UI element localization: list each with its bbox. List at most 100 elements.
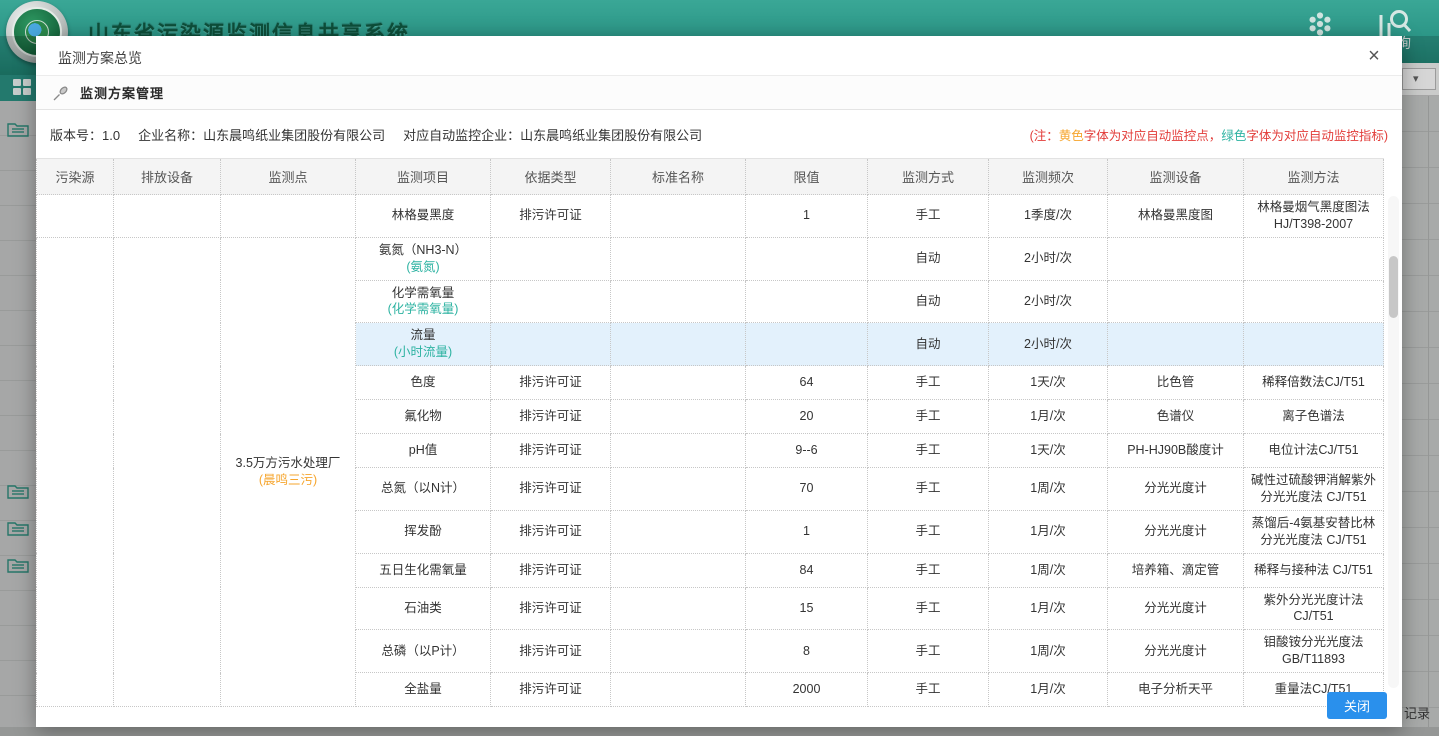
item-auto-alias: (化学需氧量) bbox=[361, 301, 485, 318]
modal-footer: 关闭 bbox=[36, 685, 1402, 727]
limit-value-cell: 20 bbox=[746, 400, 868, 434]
monitor-device-cell: 色谱仪 bbox=[1108, 400, 1244, 434]
monitor-item-cell: 化学需氧量(化学需氧量) bbox=[356, 280, 491, 323]
limit-value-cell: 15 bbox=[746, 587, 868, 630]
basis-type-cell: 排污许可证 bbox=[491, 553, 611, 587]
table-row[interactable]: 林格曼黑度排污许可证1手工1季度/次林格曼黑度图林格曼烟气黑度图法HJ/T398… bbox=[37, 195, 1384, 238]
monitor-frequency-cell: 2小时/次 bbox=[989, 323, 1108, 366]
monitor-item-cell: 五日生化需氧量 bbox=[356, 553, 491, 587]
version-field: 版本号：1.0 bbox=[50, 125, 120, 144]
monitor-method-cell: 稀释倍数法CJ/T51 bbox=[1244, 366, 1384, 400]
monitor-mode-cell: 手工 bbox=[868, 434, 989, 468]
standard-name-cell bbox=[611, 195, 746, 238]
modal-title: 监测方案总览 bbox=[58, 48, 142, 68]
limit-value-cell: 1 bbox=[746, 510, 868, 553]
table-scrollbar-track[interactable] bbox=[1388, 196, 1399, 688]
monitor-method-cell: 紫外分光光度计法 CJ/T51 bbox=[1244, 587, 1384, 630]
monitor-frequency-cell: 1周/次 bbox=[989, 468, 1108, 511]
auto-company-value: 山东晨鸣纸业集团股份有限公司 bbox=[520, 128, 702, 143]
column-header: 排放设备 bbox=[114, 159, 221, 195]
monitor-method-cell bbox=[1244, 323, 1384, 366]
monitor-method-cell: 电位计法CJ/T51 bbox=[1244, 434, 1384, 468]
table-row[interactable]: 3.5万方污水处理厂(晨鸣三污)氨氮（NH3-N）(氨氮)自动2小时/次 bbox=[37, 237, 1384, 280]
monitor-method-cell: 钼酸铵分光光度法 GB/T11893 bbox=[1244, 630, 1384, 673]
monitor-item-cell: 总氮（以N计） bbox=[356, 468, 491, 511]
modal-titlebar: 监测方案总览 × bbox=[36, 36, 1402, 76]
pin-icon bbox=[52, 84, 70, 102]
limit-value-cell bbox=[746, 323, 868, 366]
monitor-item-cell: 流量(小时流量) bbox=[356, 323, 491, 366]
column-header: 监测方法 bbox=[1244, 159, 1384, 195]
monitor-device-cell: PH-HJ90B酸度计 bbox=[1108, 434, 1244, 468]
company-value: 山东晨鸣纸业集团股份有限公司 bbox=[203, 128, 385, 143]
basis-type-cell bbox=[491, 323, 611, 366]
monitor-method-cell: 稀释与接种法 CJ/T51 bbox=[1244, 553, 1384, 587]
monitor-frequency-cell: 2小时/次 bbox=[989, 237, 1108, 280]
monitor-point-alias: (晨鸣三污) bbox=[226, 472, 350, 489]
limit-value-cell: 8 bbox=[746, 630, 868, 673]
monitor-item-cell: 氨氮（NH3-N）(氨氮) bbox=[356, 237, 491, 280]
monitor-mode-cell: 手工 bbox=[868, 587, 989, 630]
monitor-method-cell: 林格曼烟气黑度图法HJ/T398-2007 bbox=[1244, 195, 1384, 238]
monitor-method-cell: 离子色谱法 bbox=[1244, 400, 1384, 434]
monitor-mode-cell: 自动 bbox=[868, 280, 989, 323]
column-header: 监测点 bbox=[221, 159, 356, 195]
monitor-frequency-cell: 1月/次 bbox=[989, 400, 1108, 434]
close-icon[interactable]: × bbox=[1362, 44, 1386, 68]
column-header: 监测方式 bbox=[868, 159, 989, 195]
column-header: 标准名称 bbox=[611, 159, 746, 195]
monitoring-plan-table-wrap: 污染源排放设备监测点监测项目依据类型标准名称限值监测方式监测频次监测设备监测方法… bbox=[36, 158, 1383, 707]
monitor-mode-cell: 手工 bbox=[868, 630, 989, 673]
monitor-method-cell bbox=[1244, 237, 1384, 280]
basis-type-cell: 排污许可证 bbox=[491, 400, 611, 434]
monitor-device-cell: 分光光度计 bbox=[1108, 587, 1244, 630]
monitor-mode-cell: 手工 bbox=[868, 468, 989, 511]
monitor-point-name: 3.5万方污水处理厂 bbox=[226, 455, 350, 472]
version-value: 1.0 bbox=[102, 128, 120, 143]
monitor-device-cell: 林格曼黑度图 bbox=[1108, 195, 1244, 238]
monitor-device-cell: 培养箱、滴定管 bbox=[1108, 553, 1244, 587]
monitor-mode-cell: 手工 bbox=[868, 553, 989, 587]
standard-name-cell bbox=[611, 510, 746, 553]
monitor-device-cell: 分光光度计 bbox=[1108, 468, 1244, 511]
pollution-source-cell bbox=[37, 195, 114, 238]
basis-type-cell: 排污许可证 bbox=[491, 468, 611, 511]
basis-type-cell: 排污许可证 bbox=[491, 195, 611, 238]
table-scrollbar-thumb[interactable] bbox=[1389, 256, 1398, 318]
basis-type-cell bbox=[491, 237, 611, 280]
basis-type-cell: 排污许可证 bbox=[491, 587, 611, 630]
monitor-mode-cell: 自动 bbox=[868, 237, 989, 280]
monitor-device-cell bbox=[1108, 280, 1244, 323]
standard-name-cell bbox=[611, 587, 746, 630]
standard-name-cell bbox=[611, 400, 746, 434]
monitor-mode-cell: 手工 bbox=[868, 510, 989, 553]
monitor-frequency-cell: 1月/次 bbox=[989, 510, 1108, 553]
monitor-item-cell: 总磷（以P计） bbox=[356, 630, 491, 673]
green-legend: 绿色 bbox=[1221, 129, 1246, 143]
column-header: 依据类型 bbox=[491, 159, 611, 195]
column-header: 监测设备 bbox=[1108, 159, 1244, 195]
basis-type-cell: 排污许可证 bbox=[491, 510, 611, 553]
monitor-device-cell: 分光光度计 bbox=[1108, 510, 1244, 553]
plan-table-body: 林格曼黑度排污许可证1手工1季度/次林格曼黑度图林格曼烟气黑度图法HJ/T398… bbox=[37, 195, 1384, 707]
standard-name-cell bbox=[611, 280, 746, 323]
basis-type-cell: 排污许可证 bbox=[491, 630, 611, 673]
monitor-point-cell bbox=[221, 195, 356, 238]
item-auto-alias: (小时流量) bbox=[361, 344, 485, 361]
basis-type-cell: 排污许可证 bbox=[491, 434, 611, 468]
monitoring-plan-table: 污染源排放设备监测点监测项目依据类型标准名称限值监测方式监测频次监测设备监测方法… bbox=[36, 158, 1384, 707]
standard-name-cell bbox=[611, 434, 746, 468]
monitor-device-cell bbox=[1108, 237, 1244, 280]
monitor-frequency-cell: 1季度/次 bbox=[989, 195, 1108, 238]
monitor-point-cell: 3.5万方污水处理厂(晨鸣三污) bbox=[221, 237, 356, 706]
limit-value-cell bbox=[746, 280, 868, 323]
column-header: 监测频次 bbox=[989, 159, 1108, 195]
close-button[interactable]: 关闭 bbox=[1327, 692, 1387, 719]
discharge-device-cell bbox=[114, 195, 221, 238]
limit-value-cell: 1 bbox=[746, 195, 868, 238]
yellow-legend: 黄色 bbox=[1059, 129, 1084, 143]
monitor-frequency-cell: 1月/次 bbox=[989, 587, 1108, 630]
monitoring-plan-modal: 监测方案总览 × 监测方案管理 版本号：1.0 企业名称：山东晨鸣纸业集团股份有… bbox=[36, 36, 1402, 727]
auto-company-field: 对应自动监控企业：山东晨鸣纸业集团股份有限公司 bbox=[403, 125, 702, 144]
monitor-device-cell: 比色管 bbox=[1108, 366, 1244, 400]
